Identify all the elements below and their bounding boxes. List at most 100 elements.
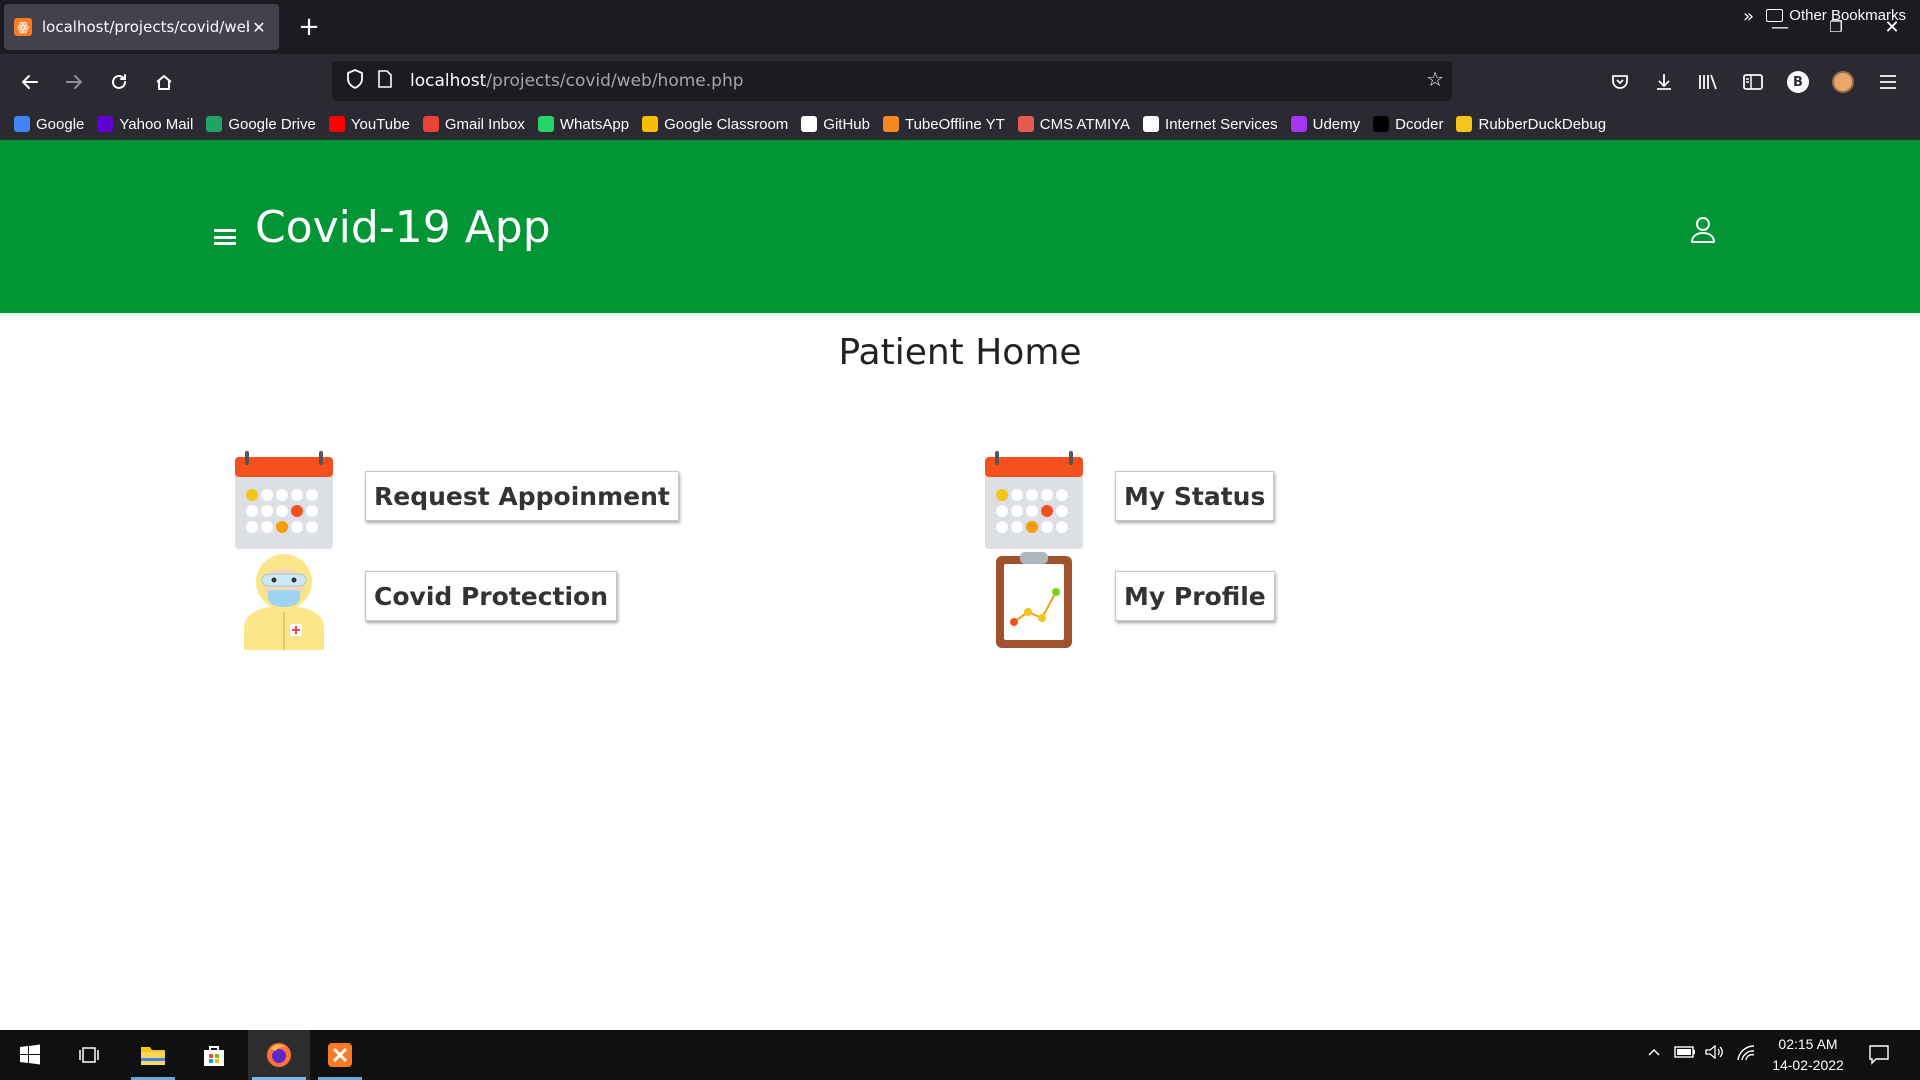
home-icon (156, 75, 172, 90)
bookmark-item[interactable]: Yahoo Mail (97, 116, 193, 133)
forward-button[interactable] (56, 64, 92, 100)
bookmark-label: Google Classroom (664, 115, 789, 133)
reload-button[interactable] (101, 64, 137, 100)
other-bookmarks-folder[interactable]: Other Bookmarks (1766, 7, 1906, 24)
bookmark-favicon-icon (1456, 116, 1473, 132)
battery-icon[interactable] (1674, 1044, 1696, 1064)
bookmark-favicon-icon (328, 116, 345, 132)
browser-nav-bar: localhost/projects/covid/web/home.php ☆ … (0, 54, 1920, 108)
bookmark-label: Internet Services (1165, 115, 1278, 133)
bookmark-label: GitHub (823, 115, 870, 133)
request-appointment-button[interactable]: Request Appoinment (365, 471, 679, 521)
bookmark-favicon-icon (14, 116, 30, 132)
clock-date: 14-02-2022 (1772, 1057, 1844, 1073)
page-icon[interactable] (370, 69, 400, 93)
bookmark-item[interactable]: Google Classroom (642, 116, 788, 133)
pocket-icon (1612, 75, 1628, 89)
bookmark-label: Google (36, 115, 85, 133)
user-profile-icon[interactable] (1690, 216, 1716, 244)
bookmark-favicon-icon (642, 116, 659, 132)
start-button[interactable] (4, 1030, 56, 1080)
app-header: Covid-19 App (0, 140, 1920, 316)
bookmark-item[interactable]: TubeOffline YT (882, 115, 1005, 133)
extension-b-icon: B (1787, 71, 1809, 93)
pocket-button[interactable] (1602, 64, 1638, 100)
bookmark-label: WhatsApp (559, 115, 630, 133)
page-title: Patient Home (838, 332, 1082, 373)
other-bookmarks-label: Other Bookmarks (1789, 7, 1906, 24)
bookmarks-overflow-chevron-icon[interactable]: » (1743, 6, 1754, 27)
bookmark-item[interactable]: Dcoder (1373, 116, 1443, 133)
bookmark-item[interactable]: RubberDuckDebug (1456, 116, 1606, 133)
bookmark-favicon-icon (1017, 116, 1034, 132)
bookmark-label: RubberDuckDebug (1478, 115, 1607, 133)
folder-icon (1766, 9, 1784, 22)
volume-icon[interactable] (1704, 1044, 1724, 1064)
task-view-icon (79, 1047, 99, 1063)
bookmark-item[interactable]: GitHub (801, 116, 870, 133)
home-button[interactable] (146, 64, 182, 100)
extension-b-button[interactable]: B (1780, 64, 1816, 100)
browser-tab-bar: ꙮ localhost/projects/covid/web/h ✕ + — ❐… (0, 0, 1920, 54)
sidebar-button[interactable] (1735, 64, 1771, 100)
action-center-notification-icon[interactable] (1868, 1043, 1890, 1069)
folder-icon (141, 1047, 165, 1065)
task-view-button[interactable] (63, 1030, 115, 1080)
system-clock[interactable]: 02:15 AM 14-02-2022 (1760, 1034, 1856, 1076)
bookmark-label: Udemy (1312, 115, 1361, 133)
covid-protection-button[interactable]: Covid Protection (365, 571, 618, 621)
browser-tab-active[interactable]: ꙮ localhost/projects/covid/web/h ✕ (4, 4, 279, 50)
bookmark-favicon-icon (1143, 116, 1160, 132)
back-button[interactable] (12, 64, 48, 100)
bookmark-item[interactable]: Google Drive (206, 116, 316, 133)
download-icon (1657, 74, 1671, 90)
my-profile-button[interactable]: My Profile (1115, 571, 1275, 621)
firefox-taskbar-button[interactable] (248, 1030, 310, 1080)
bookmark-label: TubeOffline YT (904, 115, 1005, 133)
address-bar[interactable]: localhost/projects/covid/web/home.php ☆ (332, 61, 1452, 101)
microsoft-store-button[interactable] (188, 1030, 240, 1080)
calendar-icon (235, 451, 333, 549)
bookmark-favicon-icon (97, 116, 114, 132)
clock-time: 02:15 AM (1778, 1036, 1838, 1052)
sidebar-icon (1743, 74, 1763, 90)
bookmark-favicon-icon (537, 116, 554, 132)
bookmark-item[interactable]: Udemy (1290, 115, 1361, 133)
bookmark-item[interactable]: CMS ATMIYA (1017, 115, 1131, 133)
xampp-icon (328, 1043, 352, 1067)
account-avatar-icon (1832, 71, 1854, 93)
shield-icon[interactable] (340, 68, 370, 94)
bookmark-item[interactable]: WhatsApp (537, 115, 630, 133)
library-button[interactable] (1690, 64, 1726, 100)
account-button[interactable] (1825, 64, 1861, 100)
new-tab-button[interactable]: + (292, 10, 326, 44)
xampp-taskbar-button[interactable] (314, 1030, 366, 1080)
bookmark-favicon-icon (882, 116, 899, 132)
bookmark-favicon-icon (206, 116, 223, 132)
clipboard-chart-icon (996, 552, 1072, 648)
hamburger-menu-icon (1880, 75, 1896, 89)
file-explorer-button[interactable] (127, 1030, 179, 1080)
app-menu-button[interactable] (1870, 64, 1906, 100)
bookmark-star-icon[interactable]: ☆ (1426, 67, 1444, 91)
tray-overflow-chevron-icon[interactable] (1646, 1044, 1662, 1064)
bookmark-item[interactable]: Internet Services (1143, 116, 1278, 133)
hamburger-menu-icon[interactable] (214, 229, 236, 247)
ppe-doctor-icon (244, 554, 324, 650)
bookmark-item[interactable]: Gmail Inbox (422, 116, 525, 133)
wifi-icon[interactable] (1736, 1044, 1756, 1066)
bookmark-label: CMS ATMIYA (1039, 115, 1131, 133)
tab-title: localhost/projects/covid/web/h (42, 18, 249, 36)
bookmark-label: Google Drive (228, 115, 316, 133)
tab-close-icon[interactable]: ✕ (249, 18, 269, 37)
store-bag-icon (204, 1046, 224, 1066)
my-status-button[interactable]: My Status (1115, 471, 1275, 521)
app-title: Covid-19 App (255, 202, 551, 253)
xampp-favicon-icon: ꙮ (14, 18, 32, 36)
bookmark-item[interactable]: Google (14, 116, 84, 133)
bookmark-item[interactable]: YouTube (328, 116, 410, 133)
reload-icon (112, 74, 126, 89)
downloads-button[interactable] (1646, 64, 1682, 100)
library-icon (1699, 74, 1717, 90)
firefox-icon (267, 1043, 291, 1067)
